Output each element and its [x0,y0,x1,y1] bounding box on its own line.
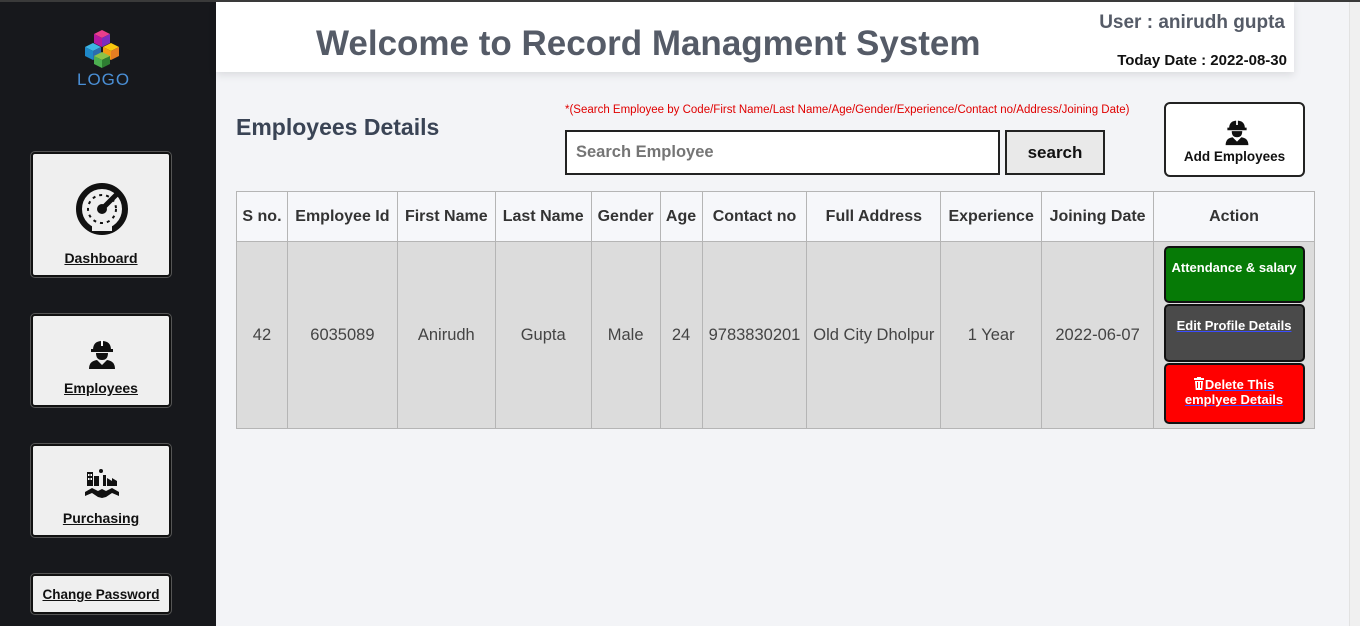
table-header-row: S no. Employee Id First Name Last Name G… [236,191,1315,242]
sidebar-item-dashboard[interactable]: Dashboard [31,152,171,277]
column-header: Joining Date [1041,191,1155,242]
sidebar-item-label: Dashboard [64,250,138,266]
edit-profile-button[interactable]: Edit Profile Details [1163,304,1305,362]
current-user: User : anirudh gupta [1099,12,1285,33]
cell-last-name: Gupta [494,241,592,429]
search-hint: *(Search Employee by Code/First Name/Las… [565,104,1130,116]
sidebar-item-purchasing[interactable]: Purchasing [31,444,171,537]
cell-age: 24 [659,241,703,429]
sidebar-item-label: Purchasing [62,510,140,526]
cell-address: Old City Dholpur [806,241,942,429]
column-header: First Name [396,191,496,242]
add-employees-label: Add Employees [1183,149,1286,164]
cell-actions: Attendance & salary Edit Profile Details… [1153,241,1315,429]
worker-helmet-icon [1225,119,1249,146]
logo-text: LOGO [77,70,131,89]
column-header: S no. [236,191,288,242]
cell-employee-id: 6035089 [286,241,398,429]
attendance-salary-button[interactable]: Attendance & salary [1163,246,1305,303]
column-header: Full Address [806,191,942,242]
sidebar-item-employees[interactable]: Employees [31,314,171,407]
column-header: Contact no [701,191,808,242]
column-header: Gender [590,191,661,242]
edit-profile-label: Edit Profile Details [1176,318,1292,333]
add-employees-button[interactable]: Add Employees [1164,102,1305,177]
cell-joining-date: 2022-06-07 [1041,241,1155,429]
column-header: Action [1153,191,1315,242]
delete-employee-button[interactable]: Delete This emplyee Details [1163,363,1305,424]
search-button[interactable]: search [1005,130,1105,175]
logo: LOGO [77,28,131,90]
column-header: Employee Id [286,191,398,242]
sidebar-item-label: Employees [64,380,138,396]
page-title: Welcome to Record Managment System [316,24,981,63]
page-header: Welcome to Record Managment System User … [216,2,1294,72]
column-header: Experience [940,191,1043,242]
cell-first-name: Anirudh [396,241,496,429]
table-row: 42 6035089 Anirudh Gupta Male 24 9783830… [236,241,1315,429]
change-password-label: Change Password [42,587,160,602]
window-top-border [0,0,1360,2]
attendance-salary-label: Attendance & salary [1171,260,1297,275]
trash-icon [1193,377,1204,390]
logo-cubes-icon [85,30,119,68]
sidebar: LOGO Dashboard Employees Purchasing Chan… [0,0,216,626]
industry-handshake-icon [85,469,119,498]
cell-gender: Male [590,241,661,429]
change-password-button[interactable]: Change Password [31,574,171,614]
cell-contact: 9783830201 [701,241,808,429]
speedometer-icon [76,183,128,235]
today-date: Today Date : 2022-08-30 [1117,52,1287,69]
vertical-scrollbar[interactable] [1349,0,1360,626]
search-input[interactable] [565,130,1000,175]
cell-sno: 42 [236,241,288,429]
worker-helmet-icon [89,340,115,369]
column-header: Last Name [494,191,592,242]
employees-table: S no. Employee Id First Name Last Name G… [236,191,1315,429]
section-title: Employees Details [236,114,440,140]
column-header: Age [659,191,703,242]
cell-experience: 1 Year [940,241,1043,429]
